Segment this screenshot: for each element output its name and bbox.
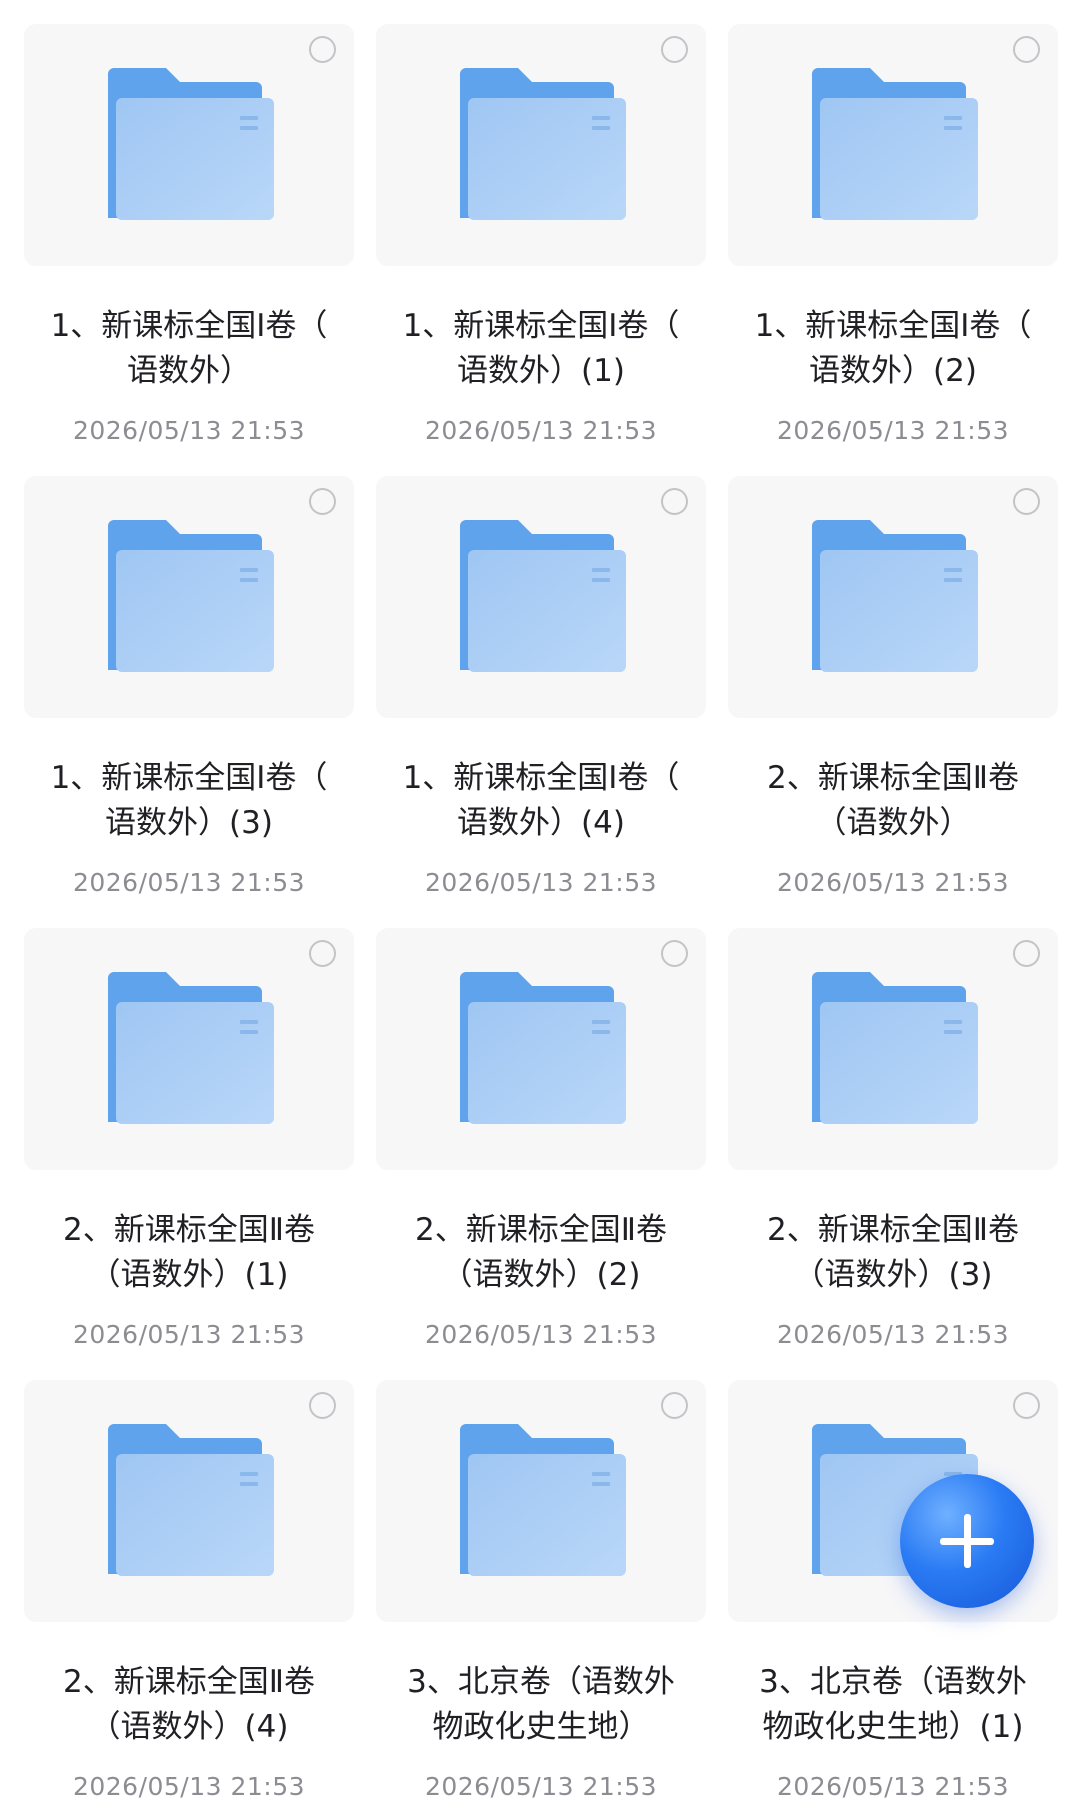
folder-name: 2、新课标全国Ⅱ卷 （语数外）(3) xyxy=(767,1212,1019,1293)
folder-name: 1、新课标全国Ⅰ卷（ 语数外）(3) xyxy=(50,760,328,841)
folder-date: 2026/05/13 21:53 xyxy=(72,1320,306,1349)
add-button[interactable] xyxy=(900,1474,1034,1608)
folder-date: 2026/05/13 21:53 xyxy=(72,868,306,897)
folder-name: 2、新课标全国Ⅱ卷 （语数外） xyxy=(767,760,1019,841)
folder-item[interactable]: 3、北京卷（语数外 物政化史生地） 2026/05/13 21:53 xyxy=(376,1380,706,1810)
folder-thumbnail[interactable] xyxy=(24,928,354,1170)
folder-date: 2026/05/13 21:53 xyxy=(424,868,658,897)
folder-item[interactable]: 2、新课标全国Ⅱ卷 （语数外）(2) 2026/05/13 21:53 xyxy=(376,928,706,1358)
folder-item[interactable]: 2、新课标全国Ⅱ卷 （语数外）(3) 2026/05/13 21:53 xyxy=(728,928,1058,1358)
folder-icon xyxy=(108,1424,274,1576)
folder-name: 3、北京卷（语数外 物政化史生地）(1) xyxy=(759,1664,1027,1745)
folder-name: 2、新课标全国Ⅱ卷 （语数外）(2) xyxy=(415,1212,667,1293)
folder-thumbnail[interactable] xyxy=(376,24,706,266)
folder-date: 2026/05/13 21:53 xyxy=(776,416,1010,445)
folder-item[interactable]: 2、新课标全国Ⅱ卷 （语数外）(1) 2026/05/13 21:53 xyxy=(24,928,354,1358)
folder-item[interactable]: 1、新课标全国Ⅰ卷（ 语数外）(1) 2026/05/13 21:53 xyxy=(376,24,706,454)
folder-icon xyxy=(460,520,626,672)
select-circle-icon[interactable] xyxy=(661,1392,688,1419)
folder-date: 2026/05/13 21:53 xyxy=(776,868,1010,897)
plus-icon xyxy=(940,1514,994,1568)
select-circle-icon[interactable] xyxy=(1013,940,1040,967)
folder-thumbnail[interactable] xyxy=(24,24,354,266)
folder-name: 1、新课标全国Ⅰ卷（ 语数外）(2) xyxy=(754,308,1032,389)
folder-thumbnail[interactable] xyxy=(24,1380,354,1622)
select-circle-icon[interactable] xyxy=(661,36,688,63)
folder-name: 2、新课标全国Ⅱ卷 （语数外）(4) xyxy=(63,1664,315,1745)
folder-date: 2026/05/13 21:53 xyxy=(776,1772,1010,1801)
select-circle-icon[interactable] xyxy=(661,940,688,967)
folder-item[interactable]: 1、新课标全国Ⅰ卷（ 语数外） 2026/05/13 21:53 xyxy=(24,24,354,454)
select-circle-icon[interactable] xyxy=(1013,36,1040,63)
folder-thumbnail[interactable] xyxy=(728,476,1058,718)
folder-name: 1、新课标全国Ⅰ卷（ 语数外）(4) xyxy=(402,760,680,841)
folder-icon xyxy=(460,1424,626,1576)
folder-thumbnail[interactable] xyxy=(376,928,706,1170)
folder-date: 2026/05/13 21:53 xyxy=(72,416,306,445)
folder-thumbnail[interactable] xyxy=(376,476,706,718)
folder-icon xyxy=(460,68,626,220)
folder-item[interactable]: 2、新课标全国Ⅱ卷 （语数外） 2026/05/13 21:53 xyxy=(728,476,1058,906)
folder-item[interactable]: 1、新课标全国Ⅰ卷（ 语数外）(3) 2026/05/13 21:53 xyxy=(24,476,354,906)
folder-name: 1、新课标全国Ⅰ卷（ 语数外） xyxy=(50,308,328,389)
select-circle-icon[interactable] xyxy=(661,488,688,515)
select-circle-icon[interactable] xyxy=(1013,488,1040,515)
select-circle-icon[interactable] xyxy=(309,488,336,515)
folder-date: 2026/05/13 21:53 xyxy=(424,1320,658,1349)
folder-icon xyxy=(812,972,978,1124)
folder-icon xyxy=(812,68,978,220)
folder-name: 3、北京卷（语数外 物政化史生地） xyxy=(407,1664,675,1745)
select-circle-icon[interactable] xyxy=(1013,1392,1040,1419)
folder-thumbnail[interactable] xyxy=(728,24,1058,266)
folder-date: 2026/05/13 21:53 xyxy=(72,1772,306,1801)
folder-icon xyxy=(108,972,274,1124)
folder-item[interactable]: 1、新课标全国Ⅰ卷（ 语数外）(4) 2026/05/13 21:53 xyxy=(376,476,706,906)
folder-date: 2026/05/13 21:53 xyxy=(424,416,658,445)
folder-name: 2、新课标全国Ⅱ卷 （语数外）(1) xyxy=(63,1212,315,1293)
folder-item[interactable]: 2、新课标全国Ⅱ卷 （语数外）(4) 2026/05/13 21:53 xyxy=(24,1380,354,1810)
folder-icon xyxy=(460,972,626,1124)
folder-name: 1、新课标全国Ⅰ卷（ 语数外）(1) xyxy=(402,308,680,389)
folder-thumbnail[interactable] xyxy=(728,928,1058,1170)
folder-icon xyxy=(108,68,274,220)
folder-date: 2026/05/13 21:53 xyxy=(424,1772,658,1801)
folder-item[interactable]: 1、新课标全国Ⅰ卷（ 语数外）(2) 2026/05/13 21:53 xyxy=(728,24,1058,454)
folder-icon xyxy=(812,520,978,672)
folder-thumbnail[interactable] xyxy=(376,1380,706,1622)
select-circle-icon[interactable] xyxy=(309,940,336,967)
folder-icon xyxy=(108,520,274,672)
folder-date: 2026/05/13 21:53 xyxy=(776,1320,1010,1349)
folder-thumbnail[interactable] xyxy=(24,476,354,718)
select-circle-icon[interactable] xyxy=(309,36,336,63)
select-circle-icon[interactable] xyxy=(309,1392,336,1419)
